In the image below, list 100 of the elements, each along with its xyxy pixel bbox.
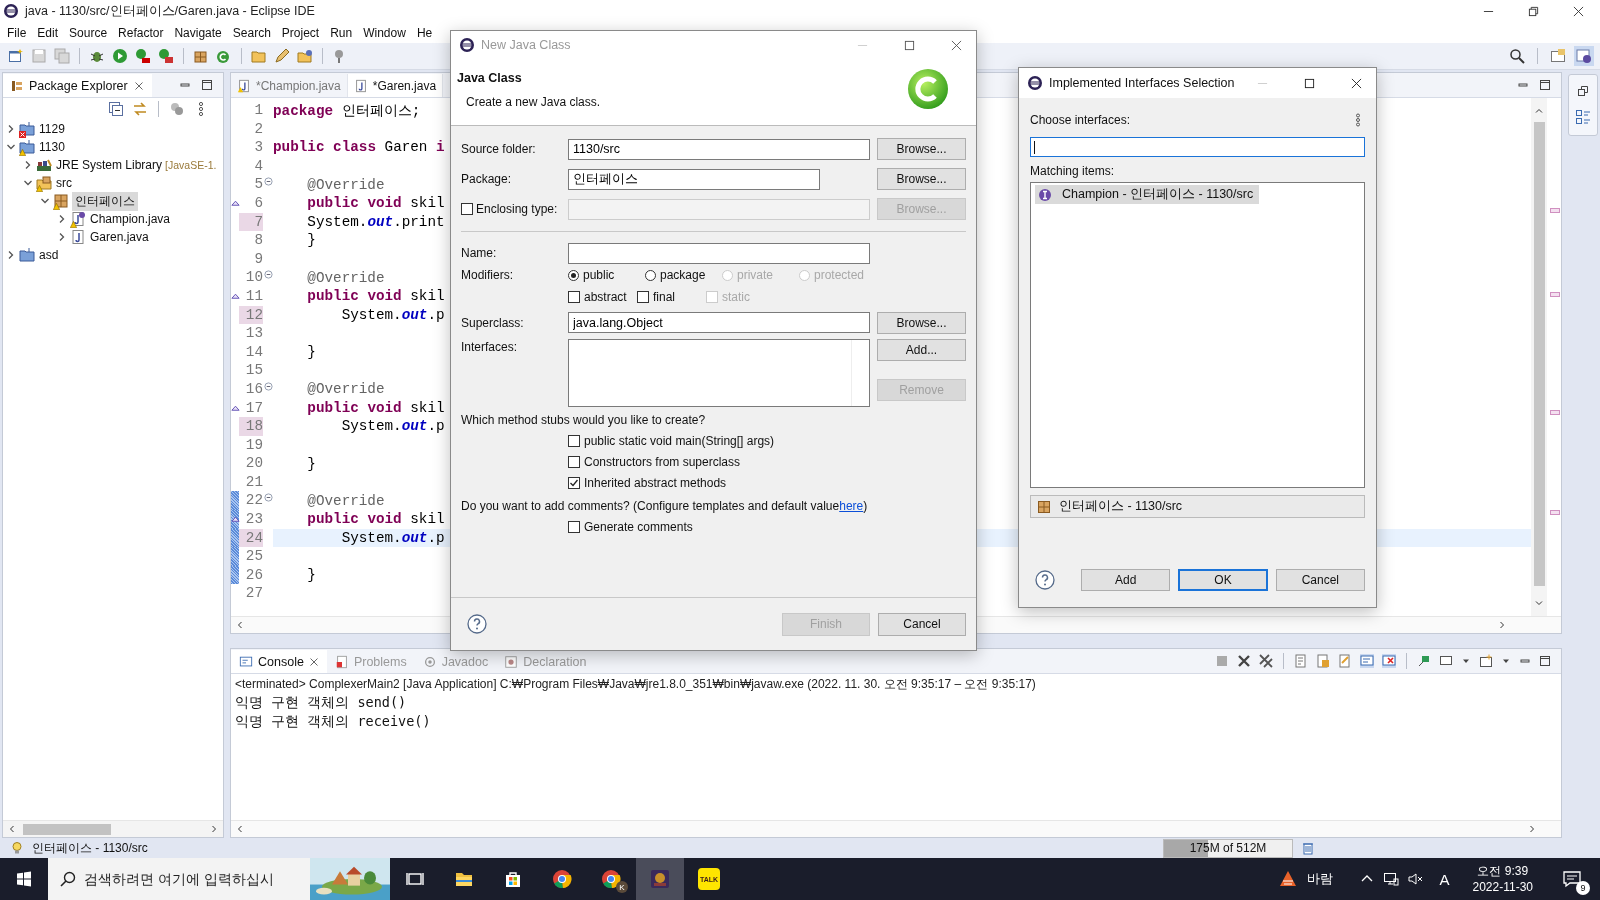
fold-icon[interactable] [263, 177, 273, 187]
checkbox[interactable] [568, 520, 580, 533]
scroll-right-icon[interactable] [1497, 620, 1507, 630]
help-icon[interactable] [1035, 570, 1055, 590]
new-file-icon[interactable] [8, 48, 24, 64]
dialog-button[interactable]: OK [1178, 569, 1268, 591]
fold-icon[interactable] [263, 270, 273, 280]
new-package-icon[interactable] [193, 48, 209, 64]
app-icon[interactable] [650, 869, 670, 889]
scroll-right-icon[interactable] [209, 824, 219, 834]
maximize-icon[interactable] [201, 79, 213, 91]
show-output-icon[interactable] [1360, 654, 1374, 668]
chevron-right-icon[interactable] [6, 250, 16, 260]
chevron-down-icon[interactable] [23, 178, 33, 188]
store-icon[interactable] [503, 869, 523, 889]
chevron-right-icon[interactable] [23, 160, 33, 170]
menu-item[interactable]: File [7, 25, 27, 40]
close-icon[interactable] [1351, 77, 1362, 89]
editor-tab[interactable]: *Champion.java [231, 74, 348, 97]
remove-all-icon[interactable] [1259, 654, 1273, 668]
menu-item[interactable]: Source [69, 25, 108, 40]
restore-icon[interactable] [1577, 85, 1589, 97]
input-method-indicator[interactable]: A [1439, 870, 1450, 888]
checkbox[interactable] [637, 291, 649, 303]
help-icon[interactable] [467, 614, 487, 634]
pen-icon[interactable] [274, 48, 290, 64]
menu-item[interactable]: Refactor [118, 25, 164, 40]
checkbox[interactable] [568, 434, 580, 447]
tree-item[interactable]: asd [38, 247, 60, 263]
menu-item[interactable]: Run [330, 25, 353, 40]
link-arrows-icon[interactable] [132, 101, 148, 117]
restore-icon[interactable] [1528, 5, 1539, 17]
overview-marker[interactable] [1550, 410, 1560, 415]
close-icon[interactable] [133, 80, 144, 91]
checkbox[interactable] [568, 455, 580, 468]
weather-label[interactable]: 바람 [1307, 870, 1334, 888]
checkbox-label[interactable]: Enclosing type: [476, 202, 558, 216]
scroll-up-icon[interactable] [1534, 106, 1544, 116]
open-folder-icon[interactable] [297, 48, 313, 64]
menu-item[interactable]: He [416, 25, 433, 40]
perspective-icon[interactable] [1550, 48, 1566, 64]
browse-button[interactable]: Browse... [877, 168, 966, 190]
close-icon[interactable] [308, 656, 319, 667]
collapse-all-icon[interactable] [108, 101, 124, 117]
fold-icon[interactable] [263, 493, 273, 503]
chevron-down-icon[interactable] [6, 142, 16, 152]
clock-time[interactable]: 오전 9:39 [1477, 863, 1529, 879]
checkbox-label[interactable]: Generate comments [584, 519, 693, 534]
name-field[interactable] [568, 242, 870, 264]
close-icon[interactable] [1573, 5, 1584, 17]
search-icon[interactable] [1509, 48, 1525, 64]
scroll-left-icon[interactable] [235, 620, 245, 630]
radio-label[interactable]: public [583, 268, 615, 282]
editor-tab[interactable]: *Garen.java [347, 74, 444, 97]
radio-label[interactable]: package [660, 268, 706, 282]
package-explorer-tab[interactable]: Package Explorer [3, 74, 152, 97]
checkbox[interactable] [568, 291, 580, 303]
chevron-right-icon[interactable] [57, 214, 67, 224]
show-error-icon[interactable] [1382, 654, 1396, 668]
maximize-icon[interactable] [904, 39, 915, 51]
chevron-right-icon[interactable] [6, 124, 16, 134]
overview-marker[interactable] [1550, 510, 1560, 515]
menu-item[interactable]: Edit [37, 25, 59, 40]
checkbox-label[interactable]: Constructors from superclass [584, 454, 741, 469]
maximize-icon[interactable] [1304, 77, 1315, 89]
fold-icon[interactable] [263, 381, 273, 391]
coverage-icon[interactable] [135, 48, 151, 64]
radio-button[interactable] [645, 269, 656, 281]
tree-item[interactable]: JRE System Library [55, 157, 164, 173]
scroll-left-icon[interactable] [7, 824, 17, 834]
outline-icon[interactable] [1575, 109, 1591, 125]
checkbox-label[interactable]: final [653, 290, 675, 304]
browse-button[interactable]: Browse... [877, 311, 966, 334]
dialog-button[interactable]: Add [1081, 569, 1171, 591]
tree-item[interactable]: 1130 [38, 139, 66, 155]
tree-item[interactable]: 인터페이스 [72, 191, 138, 211]
menu-item[interactable]: Search [232, 25, 271, 40]
trash-icon[interactable] [1301, 841, 1315, 855]
windows-start-icon[interactable] [16, 871, 32, 887]
display-icon[interactable] [1439, 654, 1453, 668]
list-item[interactable]: Champion - 인터페이스 - 1130/src [1035, 185, 1260, 204]
tree-item[interactable]: Garen.java [89, 229, 150, 245]
new-console-icon[interactable] [1479, 654, 1493, 668]
menu-item[interactable]: Project [281, 25, 320, 40]
muted-speaker-icon[interactable] [1408, 871, 1425, 887]
checkbox-label[interactable]: public static void main(String[] args) [584, 433, 775, 448]
close-icon[interactable] [951, 39, 962, 51]
overview-marker[interactable] [1550, 292, 1560, 297]
dialog-button[interactable]: Cancel [878, 612, 966, 636]
remove-icon[interactable] [1237, 654, 1251, 668]
scroll-thumb[interactable] [1533, 122, 1545, 586]
scroll-down-icon[interactable] [1534, 598, 1544, 608]
package-field[interactable]: 인터페이스 [568, 168, 820, 190]
superclass-field[interactable]: java.lang.Object [568, 312, 870, 333]
notification-icon[interactable] [1562, 869, 1582, 889]
maximize-icon[interactable] [1539, 655, 1551, 667]
maximize-icon[interactable] [1539, 79, 1551, 91]
filter-icon[interactable] [169, 101, 185, 117]
checkbox[interactable] [461, 203, 473, 215]
browser-icon[interactable] [552, 869, 572, 889]
